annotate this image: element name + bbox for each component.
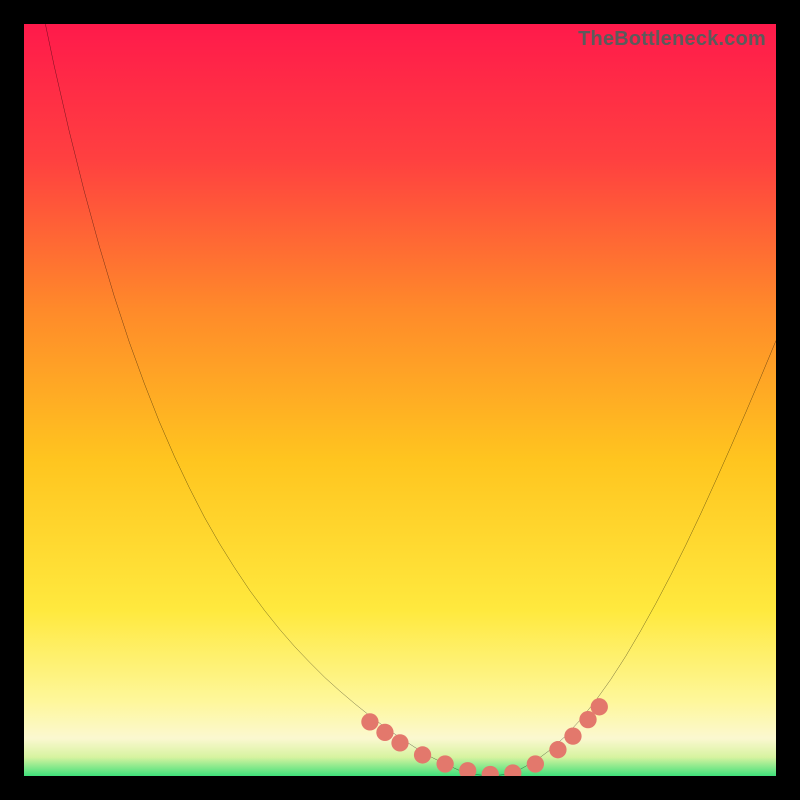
bottleneck-curve — [24, 24, 776, 776]
curve-marker — [436, 755, 453, 772]
curve-marker — [527, 755, 544, 772]
plot-area: TheBottleneck.com — [24, 24, 776, 776]
curve-marker — [361, 713, 378, 730]
curve-marker — [391, 734, 408, 751]
curve-marker — [482, 766, 499, 776]
curve-marker — [591, 698, 608, 715]
curve-marker — [564, 727, 581, 744]
curve-marker — [549, 741, 566, 758]
curve-marker — [376, 724, 393, 741]
curve-marker — [459, 762, 476, 776]
curve-marker — [414, 746, 431, 763]
chart-frame: TheBottleneck.com — [0, 0, 800, 800]
curve-marker — [504, 764, 521, 776]
